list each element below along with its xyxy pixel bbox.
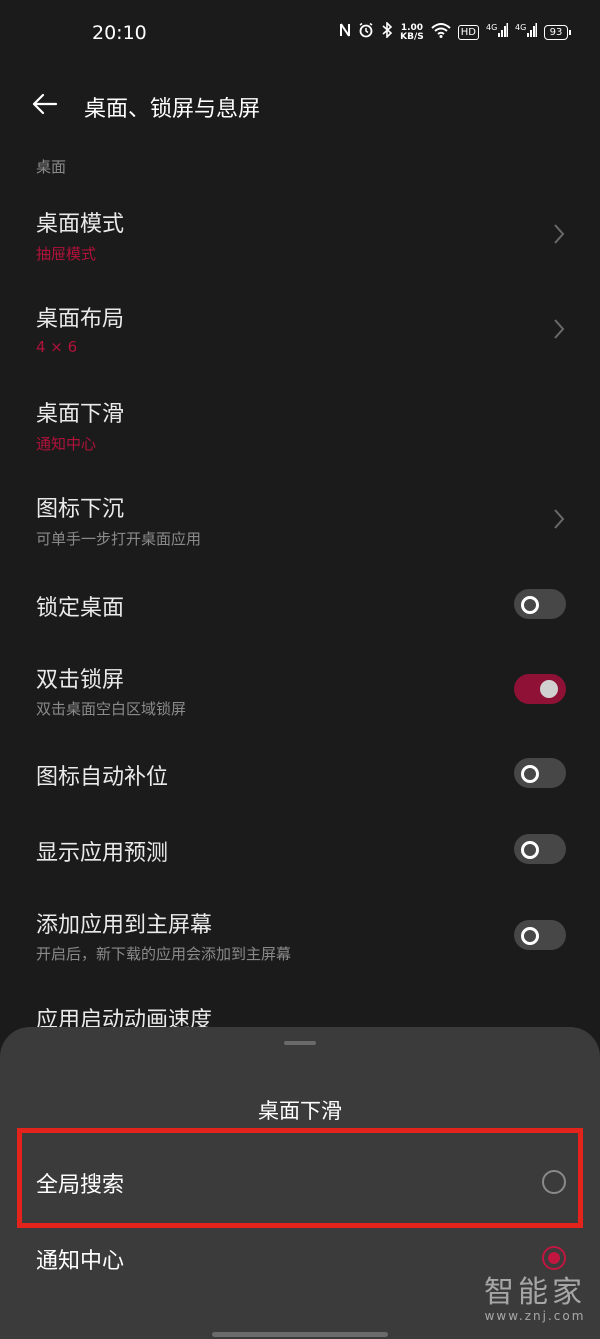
toggle-knob	[521, 841, 539, 859]
setting-subtitle: 通知中心	[36, 435, 97, 453]
setting-desktop-mode[interactable]: 桌面模式 抽屉模式	[0, 196, 600, 288]
toggle-knob	[521, 596, 539, 614]
setting-desktop-layout[interactable]: 桌面布局 4 × 6	[0, 291, 600, 383]
setting-double-tap-lock: 双击锁屏 双击桌面空白区域锁屏	[0, 650, 600, 730]
watermark: 智能家 www.znj.com	[484, 1275, 586, 1324]
battery-icon: 93	[544, 25, 571, 40]
back-arrow-icon[interactable]	[30, 92, 60, 116]
setting-title: 双击锁屏	[36, 668, 125, 693]
nfc-icon	[339, 22, 351, 43]
toggle-app-prediction[interactable]	[514, 834, 566, 864]
toggle-knob	[521, 765, 539, 783]
sheet-title: 桌面下滑	[258, 1099, 342, 1123]
setting-title: 图标下沉	[36, 497, 125, 522]
setting-title: 桌面布局	[36, 307, 125, 332]
setting-subtitle: 开启后，新下载的应用会添加到主屏幕	[36, 945, 292, 963]
home-indicator[interactable]	[212, 1332, 388, 1337]
net2-label: 4G	[515, 23, 526, 32]
alarm-icon	[358, 22, 374, 43]
hd-icon: HD	[457, 25, 479, 40]
net1-label: 4G	[486, 23, 497, 32]
watermark-logo: 智能家	[484, 1275, 586, 1310]
setting-icon-sink[interactable]: 图标下沉 可单手一步打开桌面应用	[0, 481, 600, 573]
setting-title: 桌面模式	[36, 212, 125, 237]
setting-title: 图标自动补位	[36, 765, 169, 790]
toggle-double-tap-lock[interactable]	[514, 674, 566, 704]
signal-4g-icon: 4G	[515, 22, 537, 43]
setting-subtitle: 抽屉模式	[36, 245, 97, 263]
chevron-right-icon	[552, 317, 566, 341]
wifi-icon	[431, 22, 451, 43]
setting-subtitle: 4 × 6	[36, 338, 78, 356]
radio-notification-center[interactable]	[542, 1246, 566, 1270]
setting-title: 锁定桌面	[36, 596, 125, 621]
setting-subtitle: 可单手一步打开桌面应用	[36, 530, 202, 548]
setting-icon-auto-fill: 图标自动补位	[0, 745, 600, 803]
setting-desktop-swipe-down[interactable]: 桌面下滑 通知中心	[0, 386, 600, 478]
chevron-right-icon	[552, 222, 566, 246]
section-label-desktop: 桌面	[36, 158, 67, 176]
app-bar: 桌面、锁屏与息屏	[0, 74, 600, 134]
setting-title: 显示应用预测	[36, 841, 169, 866]
chevron-right-icon	[552, 507, 566, 531]
setting-app-prediction: 显示应用预测	[0, 821, 600, 879]
setting-app-launch-speed[interactable]: 应用启动动画速度	[0, 990, 600, 1033]
setting-title: 桌面下滑	[36, 402, 125, 427]
option-label: 通知中心	[36, 1249, 125, 1274]
status-icons: 1.00 KB/S HD 4G 4G 93	[339, 21, 571, 43]
network-speed-unit: KB/S	[400, 31, 424, 42]
toggle-knob	[521, 927, 539, 945]
network-speed: 1.00 KB/S	[400, 23, 424, 42]
toggle-add-app-home[interactable]	[514, 920, 566, 950]
toggle-lock-desktop[interactable]	[514, 589, 566, 619]
highlight-box	[17, 1128, 583, 1228]
watermark-url: www.znj.com	[484, 1309, 586, 1323]
status-time: 20:10	[92, 22, 147, 44]
sheet-drag-handle[interactable]	[284, 1041, 316, 1045]
toggle-icon-auto-fill[interactable]	[514, 758, 566, 788]
setting-add-app-home: 添加应用到主屏幕 开启后，新下载的应用会添加到主屏幕	[0, 895, 600, 975]
setting-subtitle: 双击桌面空白区域锁屏	[36, 700, 187, 718]
toggle-knob	[540, 680, 558, 698]
bluetooth-icon	[381, 21, 393, 43]
status-bar: 20:10 1.00 KB/S HD 4G 4G 93	[0, 0, 600, 68]
setting-title: 添加应用到主屏幕	[36, 913, 213, 938]
page-title: 桌面、锁屏与息屏	[84, 97, 261, 122]
signal-4g-icon: 4G	[486, 22, 508, 43]
setting-lock-desktop: 锁定桌面	[0, 576, 600, 634]
